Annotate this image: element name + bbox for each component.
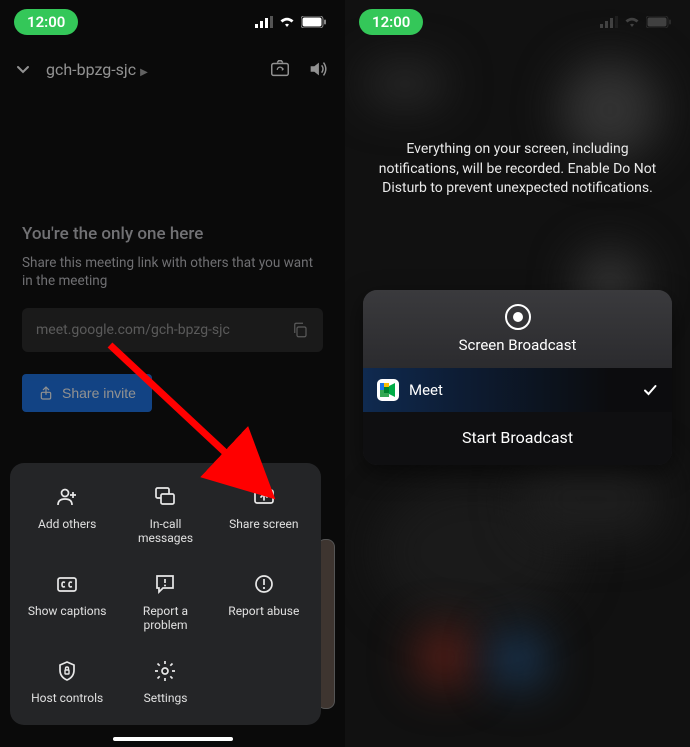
broadcast-app-meet[interactable]: Meet: [363, 368, 672, 412]
menu-report-abuse[interactable]: Report abuse: [215, 572, 313, 633]
broadcast-disclosure: Everything on your screen, including not…: [371, 140, 664, 199]
share-screen-icon: [252, 485, 276, 509]
copy-icon[interactable]: [291, 321, 309, 339]
menu-settings[interactable]: Settings: [116, 659, 214, 705]
battery-icon: [646, 16, 672, 28]
chat-icon: [153, 485, 177, 509]
menu-add-others[interactable]: Add others: [18, 485, 116, 546]
broadcast-header: Screen Broadcast: [363, 290, 672, 368]
signal-icon: [600, 16, 618, 28]
menu-show-captions[interactable]: Show captions: [18, 572, 116, 633]
meeting-code-text: gch-bpzg-sjc: [46, 60, 136, 79]
menu-label: In-call messages: [138, 517, 193, 546]
share-invite-label: Share invite: [62, 385, 136, 401]
main-content: You're the only one here Share this meet…: [0, 224, 345, 412]
menu-label: Report abuse: [228, 604, 299, 618]
captions-icon: [55, 572, 79, 596]
status-right: [600, 16, 672, 28]
menu-share-screen[interactable]: Share screen: [215, 485, 313, 546]
meet-app-icon: [377, 379, 399, 401]
share-icon: [38, 385, 54, 401]
flip-camera-button[interactable]: [269, 58, 293, 80]
battery-icon: [301, 16, 327, 28]
menu-label: Report a problem: [143, 604, 188, 633]
more-options-sheet: Add others In-call messages Share screen…: [10, 463, 321, 725]
status-right: [255, 16, 327, 28]
phone-left-meet-menu: 12:00 gch-bpzg-sjc ▶ You're the only one …: [0, 0, 345, 747]
menu-label: Show captions: [28, 604, 107, 618]
menu-label: Host controls: [31, 691, 103, 705]
feedback-icon: [153, 572, 177, 596]
speaker-icon: [307, 58, 329, 80]
meeting-url: meet.google.com/gch-bpzg-sjc: [36, 322, 230, 338]
broadcast-card: Screen Broadcast Meet Start Broadcast: [363, 290, 672, 465]
menu-label: Add others: [38, 517, 96, 531]
phone-right-broadcast: 12:00 Everything on your screen, includi…: [345, 0, 690, 747]
broadcast-title: Screen Broadcast: [363, 336, 672, 354]
home-indicator[interactable]: [113, 737, 233, 741]
menu-report-problem[interactable]: Report a problem: [116, 572, 214, 633]
meeting-link-box[interactable]: meet.google.com/gch-bpzg-sjc: [22, 308, 323, 352]
app-name: Meet: [409, 381, 443, 399]
add-person-icon: [55, 485, 79, 509]
flip-camera-icon: [269, 58, 291, 80]
meeting-code[interactable]: gch-bpzg-sjc ▶: [46, 60, 255, 79]
status-bar: 12:00: [0, 0, 345, 44]
report-abuse-icon: [252, 572, 276, 596]
status-bar: 12:00: [345, 0, 690, 44]
record-icon: [505, 304, 531, 330]
only-one-text: You're the only one here: [22, 224, 323, 244]
caret-right-icon: ▶: [140, 67, 148, 78]
wifi-icon: [279, 16, 295, 28]
time-pill[interactable]: 12:00: [14, 9, 78, 35]
time-pill[interactable]: 12:00: [359, 9, 423, 35]
menu-host-controls[interactable]: Host controls: [18, 659, 116, 705]
menu-in-call-messages[interactable]: In-call messages: [116, 485, 214, 546]
top-bar: gch-bpzg-sjc ▶: [0, 44, 345, 94]
start-broadcast-button[interactable]: Start Broadcast: [363, 412, 672, 465]
chevron-down-icon[interactable]: [14, 60, 32, 78]
share-invite-button[interactable]: Share invite: [22, 374, 152, 412]
signal-icon: [255, 16, 273, 28]
menu-label: Share screen: [229, 517, 298, 531]
shield-icon: [55, 659, 79, 683]
gear-icon: [153, 659, 177, 683]
menu-label: Settings: [144, 691, 188, 705]
check-icon: [642, 382, 658, 398]
speaker-button[interactable]: [307, 58, 331, 80]
share-description: Share this meeting link with others that…: [22, 254, 323, 290]
wifi-icon: [624, 16, 640, 28]
